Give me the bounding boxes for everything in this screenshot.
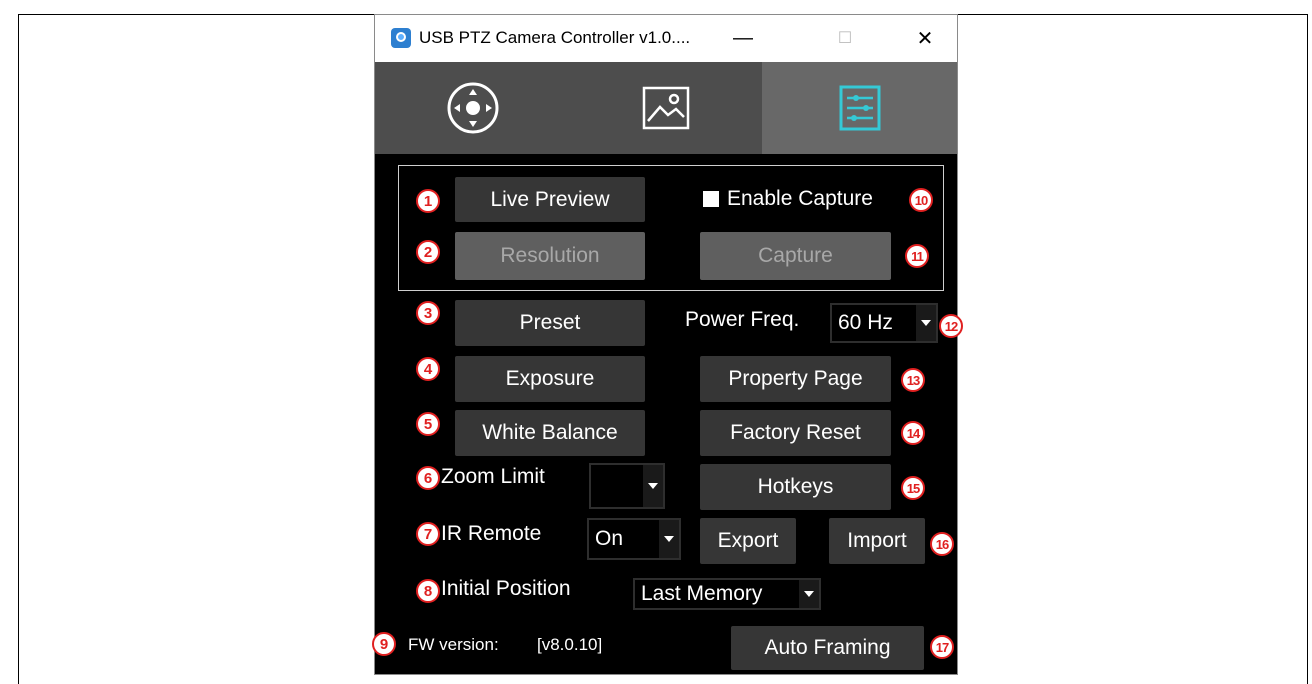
ir-remote-value: On	[595, 527, 624, 550]
app-window: USB PTZ Camera Controller v1.0.... — ☐ ✕	[372, 14, 963, 675]
export-button[interactable]: Export	[700, 518, 796, 564]
tab-ptz-control[interactable]	[375, 62, 570, 154]
white-balance-button[interactable]: White Balance	[455, 410, 645, 456]
minimize-button[interactable]: —	[723, 21, 763, 55]
chevron-down-icon	[799, 580, 819, 608]
settings-sliders-icon	[839, 85, 880, 131]
chevron-down-icon	[643, 465, 663, 507]
property-page-button[interactable]: Property Page	[700, 356, 891, 402]
initial-position-select[interactable]: Last Memory	[633, 578, 821, 610]
image-icon	[642, 86, 690, 130]
callout-8: 8	[416, 579, 440, 603]
callout-11: 11	[905, 244, 929, 268]
maximize-button[interactable]: ☐	[825, 21, 865, 55]
exposure-button[interactable]: Exposure	[455, 356, 645, 402]
callout-16: 16	[930, 532, 954, 556]
callout-4: 4	[416, 357, 440, 381]
power-freq-value: 60 Hz	[838, 311, 893, 334]
callout-17: 17	[930, 635, 954, 659]
zoom-limit-select[interactable]	[589, 463, 665, 509]
capture-button[interactable]: Capture	[700, 232, 891, 280]
callout-13: 13	[901, 368, 925, 392]
chevron-down-icon	[659, 520, 679, 558]
fw-version-value: [v8.0.10]	[537, 635, 603, 654]
zoom-limit-label: Zoom Limit	[441, 465, 545, 488]
title-bar: USB PTZ Camera Controller v1.0.... — ☐ ✕	[375, 15, 957, 62]
hotkeys-button[interactable]: Hotkeys	[700, 464, 891, 510]
callout-2: 2	[416, 240, 440, 264]
callout-12: 12	[939, 314, 963, 338]
initial-position-value: Last Memory	[641, 582, 763, 605]
enable-capture-label: Enable Capture	[727, 187, 873, 210]
power-freq-select[interactable]: 60 Hz	[830, 303, 938, 343]
resolution-button[interactable]: Resolution	[455, 232, 645, 280]
settings-panel: Live Preview Resolution Enable Capture C…	[372, 154, 963, 674]
preset-button[interactable]: Preset	[455, 300, 645, 346]
tab-settings[interactable]	[762, 62, 957, 154]
callout-15: 15	[901, 476, 925, 500]
auto-framing-button[interactable]: Auto Framing	[731, 626, 924, 670]
app-camera-icon	[391, 28, 411, 48]
callout-3: 3	[416, 301, 440, 325]
ir-remote-label: IR Remote	[441, 522, 542, 545]
live-preview-button[interactable]: Live Preview	[455, 177, 645, 222]
callout-5: 5	[416, 412, 440, 436]
callout-6: 6	[416, 466, 440, 490]
chevron-down-icon	[916, 305, 936, 341]
enable-capture-checkbox[interactable]	[703, 191, 719, 207]
tab-image[interactable]	[570, 62, 762, 154]
pan-tilt-control-icon	[447, 82, 498, 134]
initial-position-label: Initial Position	[441, 577, 571, 600]
close-button[interactable]: ✕	[905, 21, 945, 55]
callout-10: 10	[909, 188, 933, 212]
callout-1: 1	[416, 189, 440, 213]
callout-9: 9	[372, 632, 396, 656]
fw-version-label: FW version:	[408, 635, 499, 654]
power-freq-label: Power Freq.	[685, 308, 800, 331]
import-button[interactable]: Import	[829, 518, 925, 564]
window-title: USB PTZ Camera Controller v1.0....	[419, 28, 691, 47]
callout-7: 7	[416, 522, 440, 546]
factory-reset-button[interactable]: Factory Reset	[700, 410, 891, 456]
callout-14: 14	[901, 421, 925, 445]
tab-bar	[375, 62, 957, 154]
ir-remote-select[interactable]: On	[587, 518, 681, 560]
